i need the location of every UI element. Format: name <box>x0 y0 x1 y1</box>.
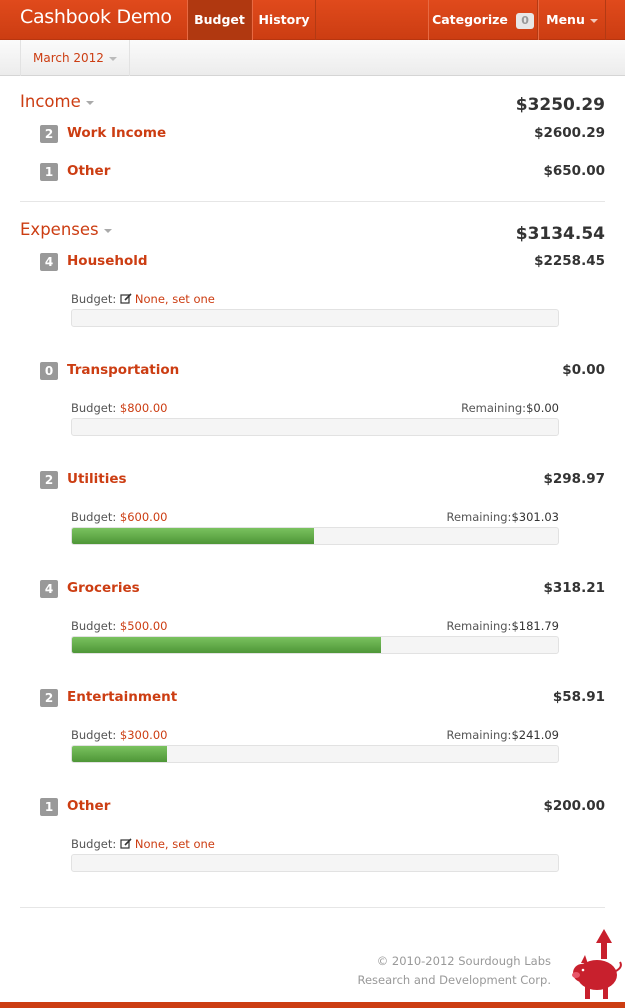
navbar: Cashbook Demo Budget History Categorize … <box>0 0 625 40</box>
budget-line: Budget: $600.00 Remaining:$301.03 <box>71 510 559 524</box>
footer-line-1: © 2010-2012 Sourdough Labs <box>376 954 551 968</box>
expenses-title: Expenses <box>20 220 99 239</box>
expense-category-link[interactable]: Groceries <box>67 580 140 596</box>
remaining: Remaining:$0.00 <box>461 401 559 415</box>
expense-category-link[interactable]: Entertainment <box>67 689 177 705</box>
budget-label: Budget: <box>71 401 117 415</box>
transaction-count-badge: 4 <box>40 580 58 598</box>
expense-category-link[interactable]: Transportation <box>67 362 179 378</box>
remaining-label: Remaining: <box>446 728 512 742</box>
period-bar: March 2012 <box>0 40 625 76</box>
remaining-value: $301.03 <box>511 510 559 524</box>
divider <box>20 907 605 908</box>
expense-category-link[interactable]: Other <box>67 798 110 814</box>
footer-line-2: Research and Development Corp. <box>357 973 551 987</box>
budget-value-link[interactable]: $600.00 <box>120 510 168 524</box>
category-amount: $2258.45 <box>534 253 605 269</box>
category-amount: $58.91 <box>552 689 605 705</box>
pig-logo-icon <box>572 929 622 999</box>
menu-dropdown[interactable]: Menu <box>538 0 606 40</box>
category-amount: $318.21 <box>543 580 606 596</box>
transaction-count-badge: 2 <box>40 471 58 489</box>
remaining-label: Remaining: <box>461 401 527 415</box>
expense-category-link[interactable]: Utilities <box>67 471 127 487</box>
remaining-value: $181.79 <box>511 619 559 633</box>
chevron-down-icon <box>589 18 598 23</box>
budget-line: Budget: $800.00 Remaining:$0.00 <box>71 401 559 415</box>
progress-fill <box>72 637 382 653</box>
period-label: March 2012 <box>33 51 104 65</box>
budget-label: Budget: <box>71 292 117 306</box>
chevron-down-icon <box>103 228 112 233</box>
category-amount: $298.97 <box>543 471 606 487</box>
budget-progress-bar <box>71 527 559 545</box>
footer-border <box>0 1002 625 1008</box>
categorize-label: Categorize <box>432 12 508 27</box>
transaction-count-badge: 2 <box>40 689 58 707</box>
budget-progress-bar <box>71 854 559 872</box>
income-section-toggle[interactable]: Income <box>20 92 94 111</box>
income-total: $3250.29 <box>515 95 605 115</box>
budget-label: Budget: <box>71 619 117 633</box>
remaining-value: $241.09 <box>511 728 559 742</box>
categorize-count-badge: 0 <box>516 13 534 29</box>
set-budget-link[interactable]: None, set one <box>135 837 215 851</box>
income-category-link[interactable]: Other <box>67 163 110 179</box>
income-title: Income <box>20 92 81 111</box>
tab-budget[interactable]: Budget <box>187 0 252 40</box>
category-amount: $650.00 <box>543 163 606 179</box>
budget-line: Budget: None, set one <box>71 837 559 851</box>
remaining: Remaining:$241.09 <box>446 728 559 742</box>
budget-value-link[interactable]: $800.00 <box>120 401 168 415</box>
chevron-down-icon <box>85 100 94 105</box>
edit-icon <box>120 838 132 849</box>
remaining: Remaining:$301.03 <box>446 510 559 524</box>
divider <box>20 201 605 202</box>
expenses-section-toggle[interactable]: Expenses <box>20 220 112 239</box>
progress-fill <box>72 746 168 762</box>
menu-label: Menu <box>546 12 585 27</box>
expenses-total: $3134.54 <box>515 224 605 244</box>
tab-history-label: History <box>258 12 310 27</box>
budget-value-link[interactable]: $500.00 <box>120 619 168 633</box>
transaction-count-badge: 1 <box>40 163 58 181</box>
budget-progress-bar <box>71 636 559 654</box>
edit-icon <box>120 293 132 304</box>
footer-copyright: © 2010-2012 Sourdough Labs Research and … <box>357 952 551 990</box>
budget-line: Budget: None, set one <box>71 292 559 306</box>
category-amount: $200.00 <box>543 798 606 814</box>
transaction-count-badge: 1 <box>40 798 58 816</box>
budget-progress-bar <box>71 418 559 436</box>
budget-line: Budget: $300.00 Remaining:$241.09 <box>71 728 559 742</box>
remaining: Remaining:$181.79 <box>446 619 559 633</box>
transaction-count-badge: 2 <box>40 125 58 143</box>
app-title[interactable]: Cashbook Demo <box>20 6 172 28</box>
budget-label: Budget: <box>71 837 117 851</box>
category-amount: $2600.29 <box>534 125 605 141</box>
transaction-count-badge: 0 <box>40 362 58 380</box>
remaining-label: Remaining: <box>446 619 512 633</box>
chevron-down-icon <box>108 56 117 61</box>
remaining-value: $0.00 <box>526 401 559 415</box>
expense-category-link[interactable]: Household <box>67 253 148 269</box>
budget-line: Budget: $500.00 Remaining:$181.79 <box>71 619 559 633</box>
remaining-label: Remaining: <box>446 510 512 524</box>
tab-history[interactable]: History <box>252 0 316 40</box>
categorize-button[interactable]: Categorize 0 <box>428 0 538 40</box>
budget-progress-bar <box>71 309 559 327</box>
category-amount: $0.00 <box>562 362 605 378</box>
tab-budget-label: Budget <box>194 12 245 27</box>
budget-value-link[interactable]: $300.00 <box>120 728 168 742</box>
budget-label: Budget: <box>71 510 117 524</box>
budget-label: Budget: <box>71 728 117 742</box>
period-dropdown[interactable]: March 2012 <box>20 40 130 76</box>
budget-progress-bar <box>71 745 559 763</box>
progress-fill <box>72 528 315 544</box>
income-category-link[interactable]: Work Income <box>67 125 166 141</box>
transaction-count-badge: 4 <box>40 253 58 271</box>
set-budget-link[interactable]: None, set one <box>135 292 215 306</box>
